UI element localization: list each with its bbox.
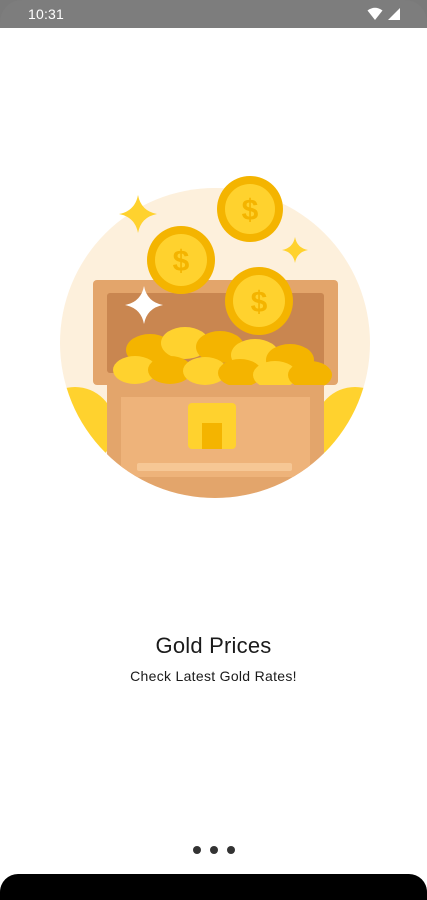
- status-bar: 10:31: [0, 0, 427, 28]
- flying-coin: $: [225, 267, 293, 335]
- navigation-bar: [0, 874, 427, 900]
- status-icons: [367, 6, 401, 22]
- flying-coin: $: [147, 226, 215, 294]
- status-time: 10:31: [28, 6, 65, 22]
- loading-dots: [0, 846, 427, 854]
- page-subtitle: Check Latest Gold Rates!: [130, 668, 297, 684]
- flying-coin: $: [217, 176, 283, 242]
- status-bar-background: [0, 0, 427, 28]
- svg-text:$: $: [242, 194, 259, 227]
- signal-icon: [388, 8, 400, 20]
- wifi-icon: [367, 7, 383, 20]
- loading-dot: [226, 846, 235, 854]
- loading-dot: [209, 846, 218, 854]
- treasure-chest-illustration: $ $ $: [60, 176, 370, 498]
- page-title: Gold Prices: [155, 633, 272, 658]
- loading-dot: [192, 846, 201, 854]
- svg-text:$: $: [251, 286, 268, 319]
- svg-text:$: $: [173, 245, 190, 278]
